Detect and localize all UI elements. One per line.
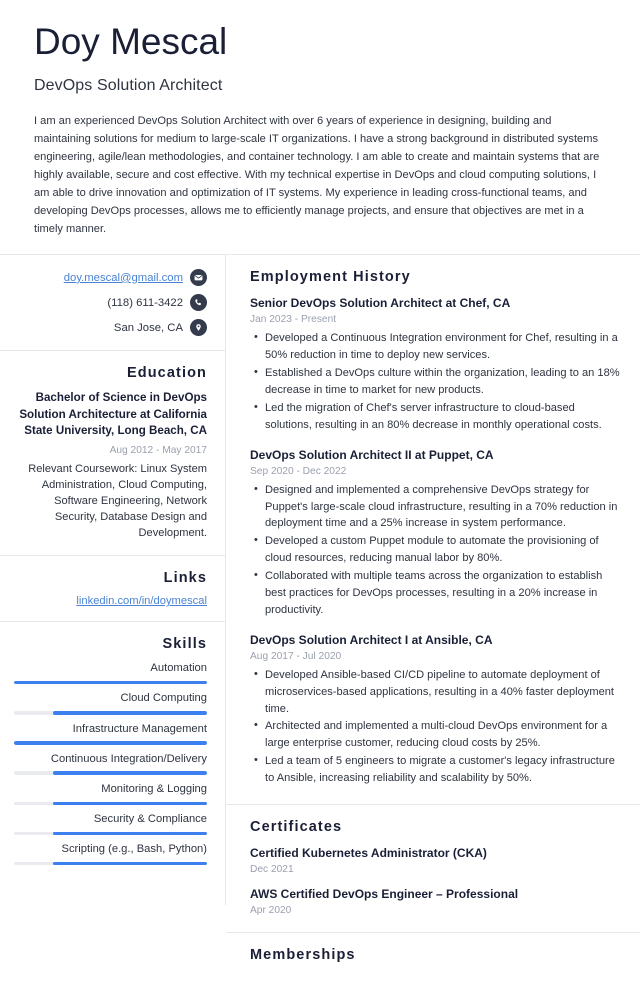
resume-page: Doy Mescal DevOps Solution Architect I a… (0, 0, 640, 963)
envelope-icon (190, 269, 207, 287)
memberships-heading: Memberships (250, 947, 356, 964)
job-bullet: Collaborated with multiple teams across … (250, 567, 620, 619)
job-bullet: Developed a custom Puppet module to auto… (250, 532, 620, 567)
certificate-name: AWS Certified DevOps Engineer – Professi… (250, 887, 519, 902)
memberships-section: Memberships (226, 933, 640, 1003)
resume-body: doy.mescal@gmail.com (118) 611-3422 San … (0, 254, 640, 963)
skill-progress-fill (52, 831, 207, 836)
resume-header: Doy Mescal DevOps Solution Architect I a… (0, 0, 640, 254)
phone-text: (118) 611-3422 (107, 296, 183, 309)
skill-item: Monitoring & Logging (14, 782, 207, 806)
job-bullet-list: Designed and implemented a comprehensive… (250, 481, 620, 619)
job-date: Aug 2017 - Jul 2020 (250, 650, 342, 662)
location-pin-icon (190, 319, 207, 337)
phone-icon (190, 294, 207, 312)
location-text: San Jose, CA (113, 321, 183, 334)
job-date: Jan 2023 - Present (250, 314, 337, 326)
education-heading: Education (127, 365, 207, 382)
contact-block: doy.mescal@gmail.com (118) 611-3422 San … (0, 255, 225, 352)
skill-label: Cloud Computing (120, 692, 207, 705)
job-role: Senior DevOps Solution Architect at Chef… (250, 296, 511, 311)
links-heading: Links (163, 570, 207, 587)
skill-progress-fill (52, 771, 207, 775)
job-bullet: Architected and implemented a multi-clou… (250, 717, 620, 752)
professional-summary: I am an experienced DevOps Solution Arch… (34, 114, 600, 236)
skill-progress-track (14, 801, 207, 806)
job-bullet: Developed Ansible-based CI/CD pipeline t… (250, 666, 620, 718)
certificates-heading: Certificates (250, 818, 343, 835)
contact-row-email[interactable]: doy.mescal@gmail.com (14, 269, 207, 287)
education-date: Aug 2012 - May 2017 (109, 444, 207, 456)
skill-item: Cloud Computing (14, 691, 207, 715)
skill-progress-fill (52, 711, 207, 715)
skill-item: Continuous Integration/Delivery (14, 752, 207, 775)
contact-row-location: San Jose, CA (14, 319, 207, 337)
job-bullet: Developed a Continuous Integration envir… (250, 329, 620, 364)
employment-history-heading: Employment History (250, 269, 411, 286)
certificate-entry: AWS Certified DevOps Engineer – Professi… (250, 886, 620, 916)
job-bullet: Established a DevOps culture within the … (250, 364, 620, 399)
jobs-list: Senior DevOps Solution Architect at Chef… (250, 295, 620, 787)
email-text[interactable]: doy.mescal@gmail.com (64, 272, 183, 284)
skill-label: Continuous Integration/Delivery (50, 752, 207, 765)
job-bullet: Led a team of 5 engineers to migrate a c… (250, 752, 620, 787)
skill-progress-fill (52, 801, 207, 806)
skill-label: Scripting (e.g., Bash, Python) (61, 843, 207, 856)
skill-progress-track (14, 771, 207, 775)
education-description: Relevant Coursework: Linux System Admini… (28, 462, 207, 540)
skill-label: Infrastructure Management (72, 722, 207, 735)
certificate-date: Apr 2020 (250, 905, 292, 917)
skill-label: Monitoring & Logging (101, 782, 207, 795)
skill-progress-track (14, 861, 207, 866)
certificate-date: Dec 2021 (250, 864, 294, 876)
links-block: Links linkedin.com/in/doymescal (0, 556, 225, 623)
sidebar: doy.mescal@gmail.com (118) 611-3422 San … (0, 255, 226, 905)
skills-list: Automation Cloud Computing Infrastructure … (14, 661, 207, 866)
education-degree: Bachelor of Science in DevOps Solution A… (19, 391, 207, 438)
job-date: Sep 2020 - Dec 2022 (250, 465, 347, 477)
skill-progress-track (14, 831, 207, 836)
main-content: Employment History Senior DevOps Solutio… (226, 255, 640, 963)
skills-heading: Skills (162, 636, 207, 653)
skill-item: Infrastructure Management (14, 722, 207, 745)
employment-history-section: Employment History Senior DevOps Solutio… (226, 255, 640, 805)
link-item-linkedin[interactable]: linkedin.com/in/doymescal (14, 595, 207, 607)
job-bullet: Designed and implemented a comprehensive… (250, 481, 620, 533)
skill-progress-track (14, 741, 207, 745)
skill-item: Security & Compliance (14, 812, 207, 836)
skill-label: Security & Compliance (93, 813, 207, 826)
skill-label: Automation (150, 662, 207, 675)
certificate-entry: Certified Kubernetes Administrator (CKA)… (250, 845, 620, 875)
job-role: DevOps Solution Architect II at Puppet, … (250, 447, 494, 462)
skill-item: Automation (14, 661, 207, 685)
job-entry: Senior DevOps Solution Architect at Chef… (250, 295, 620, 433)
certificate-name: Certified Kubernetes Administrator (CKA) (250, 845, 487, 860)
education-block: Education Bachelor of Science in DevOps … (0, 351, 225, 557)
skill-progress-track (14, 711, 207, 715)
job-title-subtitle: DevOps Solution Architect (34, 76, 223, 94)
skills-block: Skills Automation Cloud Computing Infrastr… (0, 622, 225, 879)
job-entry: DevOps Solution Architect I at Ansible, … (250, 632, 620, 787)
job-entry: DevOps Solution Architect II at Puppet, … (250, 447, 620, 619)
skill-item: Scripting (e.g., Bash, Python) (14, 842, 207, 866)
skill-progress-track (14, 680, 207, 685)
job-bullet: Led the migration of Chef's server infra… (250, 399, 620, 434)
job-role: DevOps Solution Architect I at Ansible, … (250, 632, 493, 647)
skill-progress-fill (14, 680, 207, 685)
certificates-section: Certificates Certified Kubernetes Admini… (226, 805, 640, 934)
page-title: Doy Mescal (34, 21, 228, 62)
skill-progress-fill (14, 741, 207, 745)
skill-progress-fill (52, 861, 207, 866)
job-bullet-list: Developed a Continuous Integration envir… (250, 329, 620, 434)
certificates-list: Certified Kubernetes Administrator (CKA)… (250, 845, 620, 916)
job-bullet-list: Developed Ansible-based CI/CD pipeline t… (250, 666, 620, 787)
contact-row-phone: (118) 611-3422 (14, 294, 207, 312)
